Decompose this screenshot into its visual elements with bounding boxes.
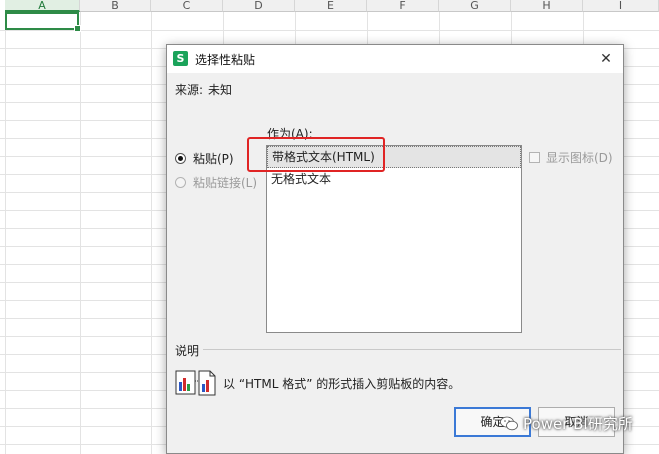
watermark: Power BI研究所 bbox=[500, 413, 633, 434]
wechat-icon bbox=[500, 416, 518, 431]
source-value: 未知 bbox=[208, 83, 233, 97]
column-header-g[interactable]: G bbox=[439, 0, 511, 12]
paste-special-dialog: S 选择性粘贴 ✕ 来源: 未知 粘贴(P) 粘贴链接(L) 作为(A): 带格式… bbox=[166, 44, 624, 454]
close-button[interactable]: ✕ bbox=[595, 48, 617, 70]
paste-radio-button[interactable] bbox=[175, 153, 186, 164]
wps-app-icon: S bbox=[173, 51, 188, 66]
column-header-d[interactable]: D bbox=[223, 0, 295, 12]
format-listbox[interactable]: 带格式文本(HTML) 无格式文本 bbox=[266, 145, 522, 333]
source-row: 来源: 未知 bbox=[175, 81, 232, 98]
red-highlight-box bbox=[247, 137, 385, 172]
paste-link-radio-label: 粘贴链接(L) bbox=[193, 176, 258, 190]
source-label: 来源: bbox=[175, 83, 204, 97]
description-divider bbox=[203, 349, 621, 350]
show-icon-label: 显示图标(D) bbox=[546, 151, 613, 165]
paste-link-radio-button[interactable] bbox=[175, 177, 186, 188]
column-header-b[interactable]: B bbox=[80, 0, 151, 12]
paste-document-icon bbox=[175, 370, 216, 396]
column-header-a[interactable]: A bbox=[5, 0, 80, 12]
show-icon-checkbox[interactable] bbox=[529, 152, 540, 163]
dialog-titlebar[interactable]: S 选择性粘贴 ✕ bbox=[167, 45, 623, 73]
column-header-c[interactable]: C bbox=[151, 0, 223, 12]
description-title: 说明 bbox=[175, 344, 200, 358]
column-header-e[interactable]: E bbox=[295, 0, 367, 12]
active-cell-a1[interactable] bbox=[5, 12, 81, 32]
column-header-f[interactable]: F bbox=[367, 0, 439, 12]
show-icon-checkbox-row[interactable]: 显示图标(D) bbox=[529, 149, 613, 166]
paste-radio-label: 粘贴(P) bbox=[193, 152, 234, 166]
description-text: 以 “HTML 格式” 的形式插入剪贴板的内容。 bbox=[223, 377, 461, 391]
column-header-h[interactable]: H bbox=[511, 0, 583, 12]
watermark-text: Power BI研究所 bbox=[523, 415, 633, 433]
paste-radio-option[interactable]: 粘贴(P) bbox=[175, 150, 234, 167]
column-header-i[interactable]: I bbox=[583, 0, 659, 12]
paste-link-radio-option[interactable]: 粘贴链接(L) bbox=[175, 174, 257, 191]
dialog-title: 选择性粘贴 bbox=[195, 53, 256, 67]
